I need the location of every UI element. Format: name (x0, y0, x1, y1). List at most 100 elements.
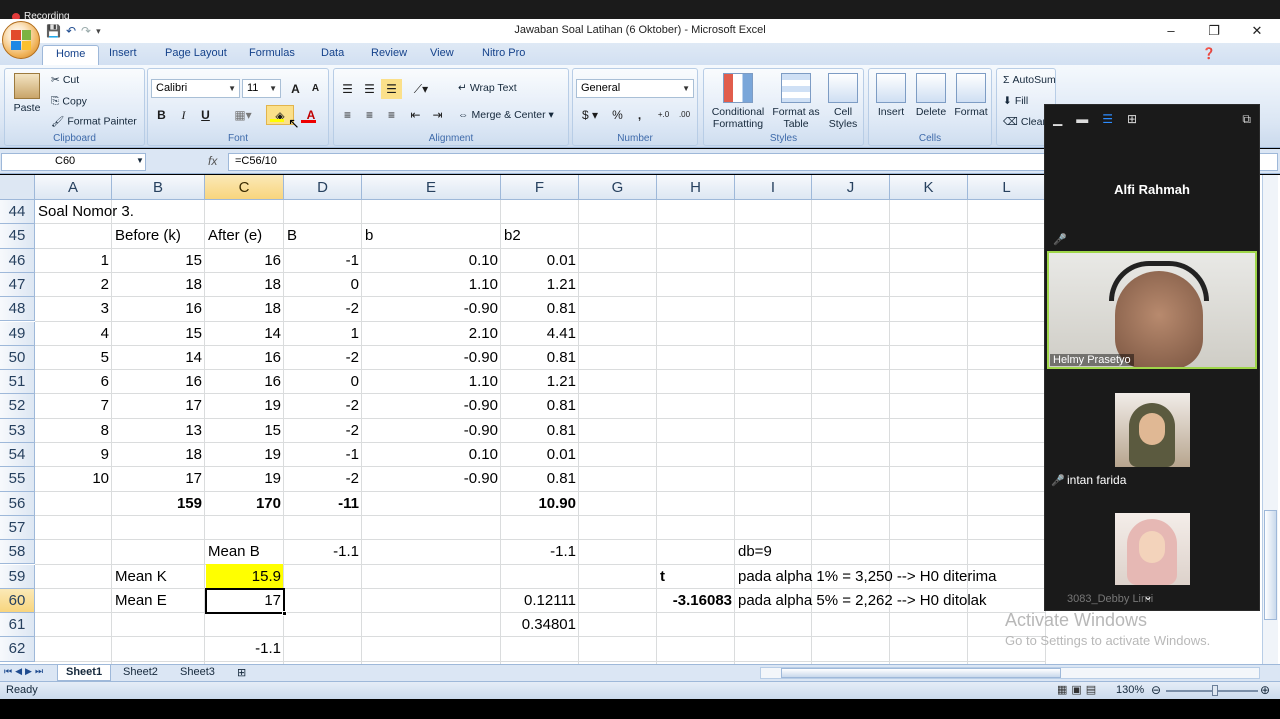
tab-home[interactable]: Home (42, 45, 100, 65)
cell-h60[interactable]: -3.16083 (657, 589, 735, 613)
delete-cells-button[interactable]: Delete (912, 73, 950, 118)
cell-e50[interactable]: -0.90 (362, 346, 501, 370)
row-header-55[interactable]: 55 (0, 467, 35, 492)
cell-b54[interactable]: 18 (112, 443, 205, 467)
align-left-button[interactable]: ≡ (337, 105, 358, 125)
row-header-51[interactable]: 51 (0, 370, 35, 395)
number-format-dropdown[interactable]: General ▼ (576, 79, 694, 98)
align-center-button[interactable]: ≡ (359, 105, 380, 125)
cell-a54[interactable]: 9 (35, 443, 112, 467)
cell-c53[interactable]: 15 (205, 419, 284, 443)
cell-b47[interactable]: 18 (112, 273, 205, 297)
align-bottom-button[interactable]: ☰ (381, 79, 402, 99)
save-icon[interactable]: 💾 (46, 24, 61, 38)
column-header-a[interactable]: A (35, 175, 112, 200)
cell-d53[interactable]: -2 (284, 419, 362, 443)
cell-b59[interactable]: Mean K (112, 565, 205, 589)
cell-d48[interactable]: -2 (284, 297, 362, 321)
row-header-52[interactable]: 52 (0, 394, 35, 419)
tab-sheet3[interactable]: Sheet3 (172, 665, 223, 681)
comma-button[interactable]: , (629, 105, 650, 125)
paste-button[interactable]: Paste (9, 73, 45, 114)
column-header-f[interactable]: F (501, 175, 579, 200)
row-header-47[interactable]: 47 (0, 272, 35, 298)
cell-i58[interactable]: db=9 (735, 540, 812, 564)
speaker-view-icon[interactable]: ☰ (1102, 112, 1113, 126)
cell-b46[interactable]: 15 (112, 249, 205, 273)
font-size-dropdown[interactable]: 11 ▼ (242, 79, 281, 98)
row-header-58[interactable]: 58 (0, 540, 35, 565)
fill-handle[interactable] (282, 611, 287, 616)
gallery-view-icon[interactable]: ⊞ (1127, 112, 1137, 126)
cell-f49[interactable]: 4.41 (501, 322, 579, 346)
cell-e52[interactable]: -0.90 (362, 394, 501, 418)
cell-f47[interactable]: 1.21 (501, 273, 579, 297)
customize-qat-icon[interactable]: ▾ (96, 26, 101, 37)
tab-view[interactable]: View (430, 47, 454, 59)
insert-sheet-icon[interactable]: ⊞ (229, 665, 254, 681)
align-top-button[interactable]: ☰ (337, 79, 358, 99)
cell-c48[interactable]: 18 (205, 297, 284, 321)
cell-f45[interactable]: b2 (501, 224, 579, 248)
stop-video-icon[interactable]: ▬ (1076, 112, 1088, 126)
cell-e46[interactable]: 0.10 (362, 249, 501, 273)
cell-c55[interactable]: 19 (205, 467, 284, 491)
cell-f54[interactable]: 0.01 (501, 443, 579, 467)
cell-e53[interactable]: -0.90 (362, 419, 501, 443)
cell-i59[interactable]: pada alpha 1% = 3,250 --> H0 diterima (735, 565, 1000, 589)
cell-c52[interactable]: 19 (205, 394, 284, 418)
row-header-45[interactable]: 45 (0, 224, 35, 249)
cell-a50[interactable]: 5 (35, 346, 112, 370)
wrap-text-button[interactable]: ↵ Wrap Text (458, 82, 517, 94)
cell-a55[interactable]: 10 (35, 467, 112, 491)
restore-button[interactable]: ❐ (1199, 21, 1229, 41)
tab-sheet1[interactable]: Sheet1 (57, 665, 112, 681)
zoom-in-icon[interactable]: ⊕ (1260, 683, 1270, 697)
cell-b49[interactable]: 15 (112, 322, 205, 346)
column-header-c[interactable]: C (205, 175, 284, 200)
font-name-dropdown[interactable]: Calibri ▼ (151, 79, 240, 98)
clear-button[interactable]: ⌫ Clear (1003, 116, 1046, 128)
column-header-g[interactable]: G (579, 175, 657, 200)
vertical-scrollbar[interactable] (1262, 175, 1278, 664)
vertical-scroll-thumb[interactable] (1264, 510, 1277, 620)
cell-c49[interactable]: 14 (205, 322, 284, 346)
cell-d55[interactable]: -2 (284, 467, 362, 491)
cell-b51[interactable]: 16 (112, 370, 205, 394)
increase-indent-button[interactable]: ⇥ (427, 105, 448, 125)
cell-styles-button[interactable]: Cell Styles (824, 73, 862, 130)
help-icon[interactable]: ❓ (1202, 47, 1216, 60)
row-header-60[interactable]: 60 (0, 588, 35, 614)
decrease-decimal-button[interactable]: .00 (674, 105, 695, 125)
cell-c51[interactable]: 16 (205, 370, 284, 394)
sheet-nav-arrows-icon[interactable]: ⏮◀▶⏭ (4, 666, 46, 677)
column-header-d[interactable]: D (284, 175, 362, 200)
zoom-level[interactable]: 130% (1116, 684, 1144, 696)
cell-d51[interactable]: 0 (284, 370, 362, 394)
horizontal-scroll-thumb[interactable] (781, 668, 1061, 678)
orientation-button[interactable]: ⟋▾ (407, 79, 435, 99)
zoom-out-icon[interactable]: ⊖ (1151, 683, 1161, 697)
format-cells-button[interactable]: Format (952, 73, 990, 118)
font-color-button[interactable]: A (298, 105, 324, 125)
percent-button[interactable]: % (607, 105, 628, 125)
tab-review[interactable]: Review (371, 47, 407, 59)
cell-b48[interactable]: 16 (112, 297, 205, 321)
cell-d54[interactable]: -1 (284, 443, 362, 467)
cell-d45[interactable]: B (284, 224, 362, 248)
align-middle-button[interactable]: ☰ (359, 79, 380, 99)
row-header-56[interactable]: 56 (0, 491, 35, 516)
cell-d49[interactable]: 1 (284, 322, 362, 346)
column-header-k[interactable]: K (890, 175, 968, 200)
cell-c62[interactable]: -1.1 (205, 637, 284, 661)
cell-e48[interactable]: -0.90 (362, 297, 501, 321)
redo-icon[interactable]: ↷ (81, 24, 91, 38)
row-header-53[interactable]: 53 (0, 418, 35, 443)
cell-f46[interactable]: 0.01 (501, 249, 579, 273)
chevron-down-icon[interactable]: ▼ (136, 156, 144, 165)
column-header-j[interactable]: J (812, 175, 890, 200)
row-header-49[interactable]: 49 (0, 321, 35, 346)
cell-a51[interactable]: 6 (35, 370, 112, 394)
column-header-l[interactable]: L (968, 175, 1046, 200)
cell-b55[interactable]: 17 (112, 467, 205, 491)
